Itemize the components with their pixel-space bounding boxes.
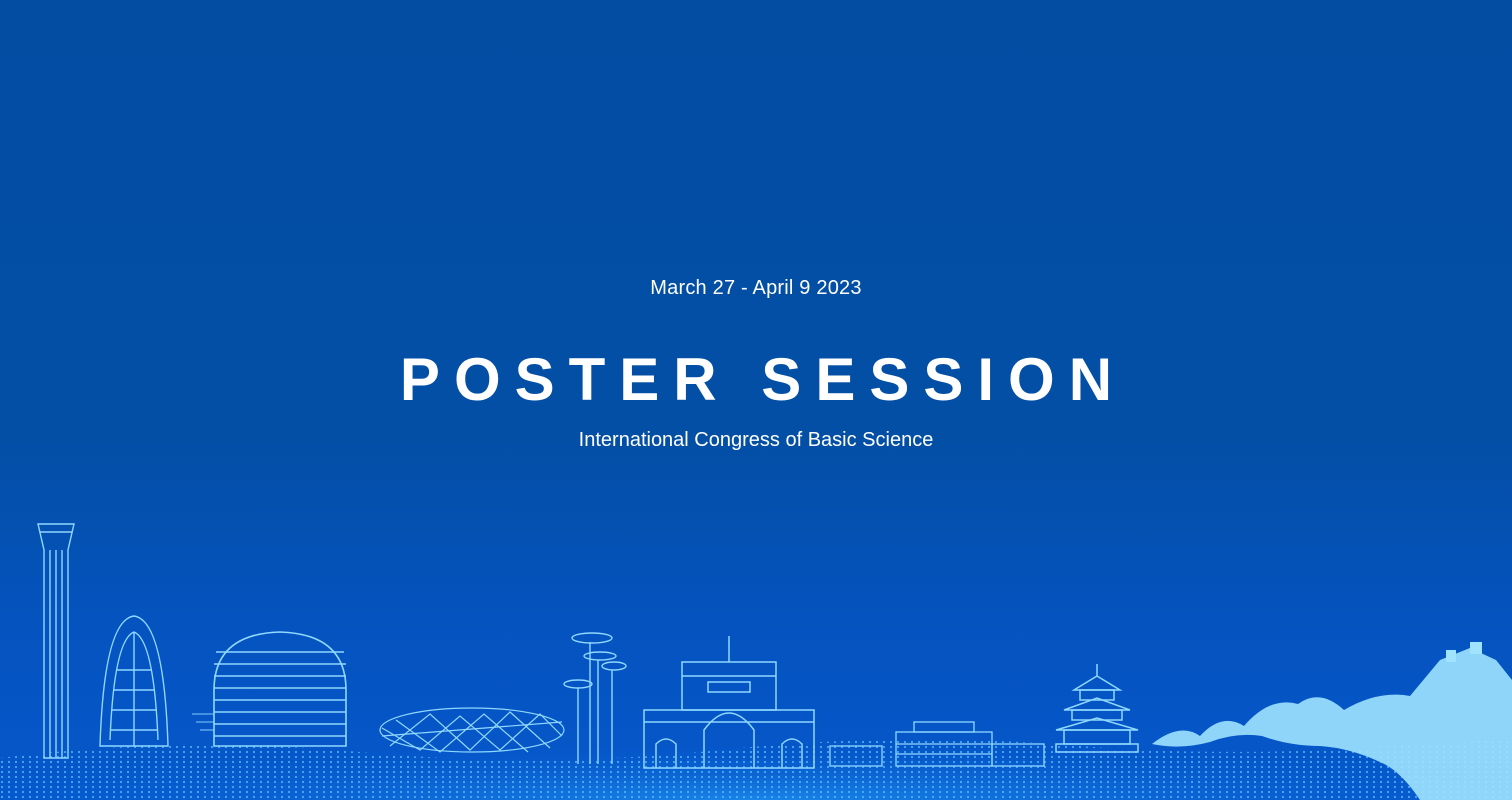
- event-date: March 27 - April 9 2023: [650, 277, 862, 299]
- cctv-tower-icon: [37, 523, 75, 759]
- poster-hero: March 27 - April 9 2023 POSTER SESSION I…: [0, 0, 1512, 800]
- city-skyline-illustration: [0, 523, 1512, 800]
- tall-arched-building-icon: [99, 615, 169, 747]
- page-title: POSTER SESSION: [399, 346, 1127, 413]
- event-subtitle: International Congress of Basic Science: [578, 429, 934, 451]
